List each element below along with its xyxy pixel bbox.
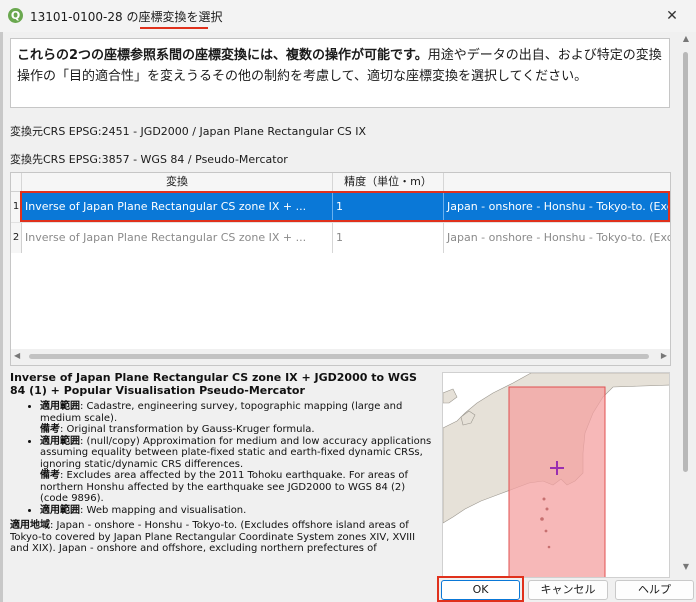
- title-bar: Q 13101-0100-28 の座標変換を選択 ✕: [0, 0, 696, 32]
- remarks-label: 備考: [40, 470, 60, 481]
- scroll-left-icon[interactable]: ◀: [14, 351, 20, 360]
- list-item: 適用範囲: Cadastre, engineering survey, topo…: [40, 401, 435, 436]
- map-canvas: [443, 373, 669, 577]
- close-icon[interactable]: ✕: [660, 6, 684, 26]
- area-text: : Japan - onshore - Honshu - Tokyo-to. (…: [10, 520, 416, 554]
- cancel-button[interactable]: キャンセル: [528, 580, 608, 600]
- scope-label: 適用範囲: [40, 401, 80, 412]
- table-row[interactable]: 2 Inverse of Japan Plane Rectangular CS …: [11, 222, 670, 253]
- scope-label: 適用範囲: [40, 504, 80, 516]
- transformation-name-cell[interactable]: Inverse of Japan Plane Rectangular CS zo…: [22, 223, 333, 253]
- dialog-vertical-scrollbar[interactable]: ▲ ▼: [680, 32, 692, 577]
- scrollbar-thumb[interactable]: [683, 52, 688, 472]
- column-header-transformation[interactable]: 変換: [22, 173, 333, 191]
- row-number: 2: [11, 223, 22, 253]
- accuracy-cell[interactable]: 1: [333, 223, 444, 253]
- area-of-use: 適用地域: Japan - onshore - Honshu - Tokyo-t…: [10, 520, 435, 555]
- window-left-edge: [0, 32, 3, 602]
- scope-text: : Web mapping and visualisation.: [80, 504, 247, 516]
- transformations-table[interactable]: 変換 精度（単位・m） 1 Inverse of Japan Plane Rec…: [10, 172, 671, 366]
- window-title-highlight: 座標変換を選択: [138, 10, 223, 24]
- destination-crs-label: 変換先CRS EPSG:3857 - WGS 84 / Pseudo-Merca…: [10, 153, 288, 166]
- transformation-name-cell[interactable]: Inverse of Japan Plane Rectangular CS zo…: [22, 192, 333, 222]
- window-title-prefix: 13101-0100-28 の: [30, 10, 139, 24]
- table-header: 変換 精度（単位・m）: [11, 173, 670, 192]
- table-horizontal-scrollbar[interactable]: ◀ ▶: [11, 349, 670, 365]
- help-button[interactable]: ヘルプ: [615, 580, 694, 600]
- qgis-logo-icon: Q: [8, 8, 23, 23]
- remarks-text: : Excludes area affected by the 2011 Toh…: [40, 470, 409, 504]
- transformation-details: Inverse of Japan Plane Rectangular CS zo…: [10, 371, 435, 576]
- area-map-preview[interactable]: [442, 372, 670, 578]
- title-highlight-underline: [140, 27, 208, 29]
- area-label: 適用地域: [10, 520, 50, 531]
- details-list: 適用範囲: Cadastre, engineering survey, topo…: [10, 401, 435, 516]
- area-of-use-bbox: [508, 386, 606, 577]
- column-header-area[interactable]: [444, 173, 670, 191]
- scroll-up-icon[interactable]: ▲: [680, 34, 692, 43]
- scroll-right-icon[interactable]: ▶: [661, 351, 667, 360]
- accuracy-cell[interactable]: 1: [333, 192, 444, 222]
- scope-text: : (null/copy) Approximation for medium a…: [40, 435, 432, 470]
- row-number: 1: [11, 192, 22, 222]
- remarks-label: 備考: [40, 424, 60, 435]
- description-box: これらの2つの座標参照系間の座標変換には、複数の操作が可能です。用途やデータの出…: [10, 38, 670, 108]
- remarks-text: : Original transformation by Gauss-Kruge…: [60, 424, 315, 435]
- description-bold: これらの2つの座標参照系間の座標変換には、複数の操作が可能です。: [17, 48, 428, 63]
- table-row[interactable]: 1 Inverse of Japan Plane Rectangular CS …: [11, 192, 670, 222]
- area-cell[interactable]: Japan - onshore - Honshu - Tokyo-to. (Ex…: [444, 223, 670, 253]
- island-north: [443, 388, 458, 404]
- column-header-accuracy[interactable]: 精度（単位・m）: [333, 173, 444, 191]
- scrollbar-thumb[interactable]: [29, 354, 649, 359]
- list-item: 適用範囲: (null/copy) Approximation for medi…: [40, 436, 435, 505]
- details-title: Inverse of Japan Plane Rectangular CS zo…: [10, 371, 417, 397]
- row-number-header: [11, 173, 22, 191]
- source-crs-label: 変換元CRS EPSG:2451 - JGD2000 / Japan Plane…: [10, 125, 367, 138]
- scroll-down-icon[interactable]: ▼: [680, 562, 692, 571]
- area-cell[interactable]: Japan - onshore - Honshu - Tokyo-to. (Ex…: [444, 192, 670, 222]
- scope-text: : Cadastre, engineering survey, topograp…: [40, 401, 403, 424]
- ok-button[interactable]: OK: [441, 580, 520, 600]
- window-title: 13101-0100-28 の座標変換を選択: [30, 8, 222, 25]
- list-item: 適用範囲: Web mapping and visualisation.: [40, 505, 435, 517]
- scope-label: 適用範囲: [40, 435, 80, 447]
